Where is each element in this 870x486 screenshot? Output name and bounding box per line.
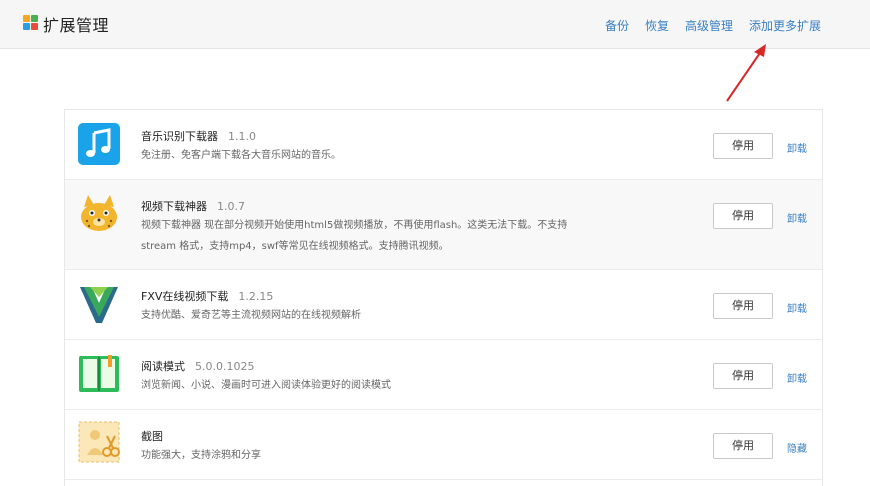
advanced-manage-link[interactable]: 高级管理 <box>685 17 733 34</box>
extension-description: 免注册、免客户端下载各大音乐网站的音乐。 <box>141 145 621 166</box>
extension-version: 1.1.0 <box>228 130 256 143</box>
extension-name: 音乐识别下载器 1.1.0 <box>141 128 256 144</box>
extension-description: 支持优酷、爱奇艺等主流视频网站的在线视频解析 <box>141 305 621 326</box>
uninstall-link[interactable]: 卸载 <box>787 210 807 225</box>
red-arrow-annotation <box>726 44 766 102</box>
backup-link[interactable]: 备份 <box>605 17 629 34</box>
leopard-icon <box>81 195 117 231</box>
extension-name: 视频下载神器 1.0.7 <box>141 198 245 214</box>
fxv-logo-icon <box>80 287 118 323</box>
disable-button[interactable]: 停用 <box>713 293 773 319</box>
extension-name: 阅读模式 5.0.0.1025 <box>141 358 254 374</box>
extension-name: FXV在线视频下载 1.2.15 <box>141 288 273 304</box>
extension-description: 视频下载神器 现在部分视频开始使用html5做视频播放，不再使用flash。这类… <box>141 215 621 257</box>
restore-link[interactable]: 恢复 <box>645 17 669 34</box>
disable-button[interactable]: 停用 <box>713 363 773 389</box>
extension-row: 视频下载神器 1.0.7 视频下载神器 现在部分视频开始使用html5做视频播放，… <box>65 180 822 270</box>
scissors-screenshot-icon <box>78 421 120 463</box>
extension-version: 5.0.0.1025 <box>195 360 255 373</box>
description-line: 支持优酷、爱奇艺等主流视频网站的在线视频解析 <box>141 310 361 321</box>
page-title: 扩展管理 <box>43 16 110 35</box>
extension-row: FXV在线视频下载 1.2.15 支持优酷、爱奇艺等主流视频网站的在线视频解析 停… <box>65 270 822 340</box>
disable-button[interactable]: 停用 <box>713 203 773 229</box>
disable-button[interactable]: 停用 <box>713 133 773 159</box>
add-more-extensions-link[interactable]: 添加更多扩展 <box>749 17 821 34</box>
extension-row: 音乐识别下载器 1.1.0 免注册、免客户端下载各大音乐网站的音乐。 停用 卸载 <box>65 110 822 180</box>
uninstall-link[interactable]: 卸载 <box>787 300 807 315</box>
extension-title: 截图 <box>141 430 163 443</box>
uninstall-link[interactable]: 卸载 <box>787 140 807 155</box>
description-line: 浏览新闻、小说、漫画时可进入阅读体验更好的阅读模式 <box>141 380 391 391</box>
description-line: stream 格式，支持mp4，swf等常见在线视频格式。支持腾讯视频。 <box>141 241 449 252</box>
extension-row: 截图 功能强大，支持涂鸦和分享 停用 隐藏 <box>65 410 822 480</box>
music-note-icon <box>78 123 120 165</box>
disable-button[interactable]: 停用 <box>713 433 773 459</box>
extension-title: 视频下载神器 <box>141 200 207 213</box>
extension-title: FXV在线视频下载 <box>141 290 229 303</box>
description-line: 视频下载神器 现在部分视频开始使用html5做视频播放，不再使用flash。这类… <box>141 220 568 231</box>
extension-name: 截图 <box>141 428 163 444</box>
extensions-list: 音乐识别下载器 1.1.0 免注册、免客户端下载各大音乐网站的音乐。 停用 卸载 … <box>64 109 823 486</box>
uninstall-link[interactable]: 卸载 <box>787 370 807 385</box>
open-book-icon <box>79 355 119 392</box>
extensions-logo-icon <box>23 15 38 30</box>
description-line: 免注册、免客户端下载各大音乐网站的音乐。 <box>141 150 341 161</box>
hide-link[interactable]: 隐藏 <box>787 440 807 455</box>
description-line: 功能强大，支持涂鸦和分享 <box>141 450 261 461</box>
extension-title: 阅读模式 <box>141 360 185 373</box>
extension-version: 1.2.15 <box>238 290 274 303</box>
extension-version: 1.0.7 <box>217 200 245 213</box>
header-links: 备份 恢复 高级管理 添加更多扩展 <box>605 17 821 34</box>
extension-description: 浏览新闻、小说、漫画时可进入阅读体验更好的阅读模式 <box>141 375 621 396</box>
extension-title: 音乐识别下载器 <box>141 130 218 143</box>
extension-description: 功能强大，支持涂鸦和分享 <box>141 445 621 466</box>
extension-row: 阅读模式 5.0.0.1025 浏览新闻、小说、漫画时可进入阅读体验更好的阅读模式… <box>65 340 822 410</box>
